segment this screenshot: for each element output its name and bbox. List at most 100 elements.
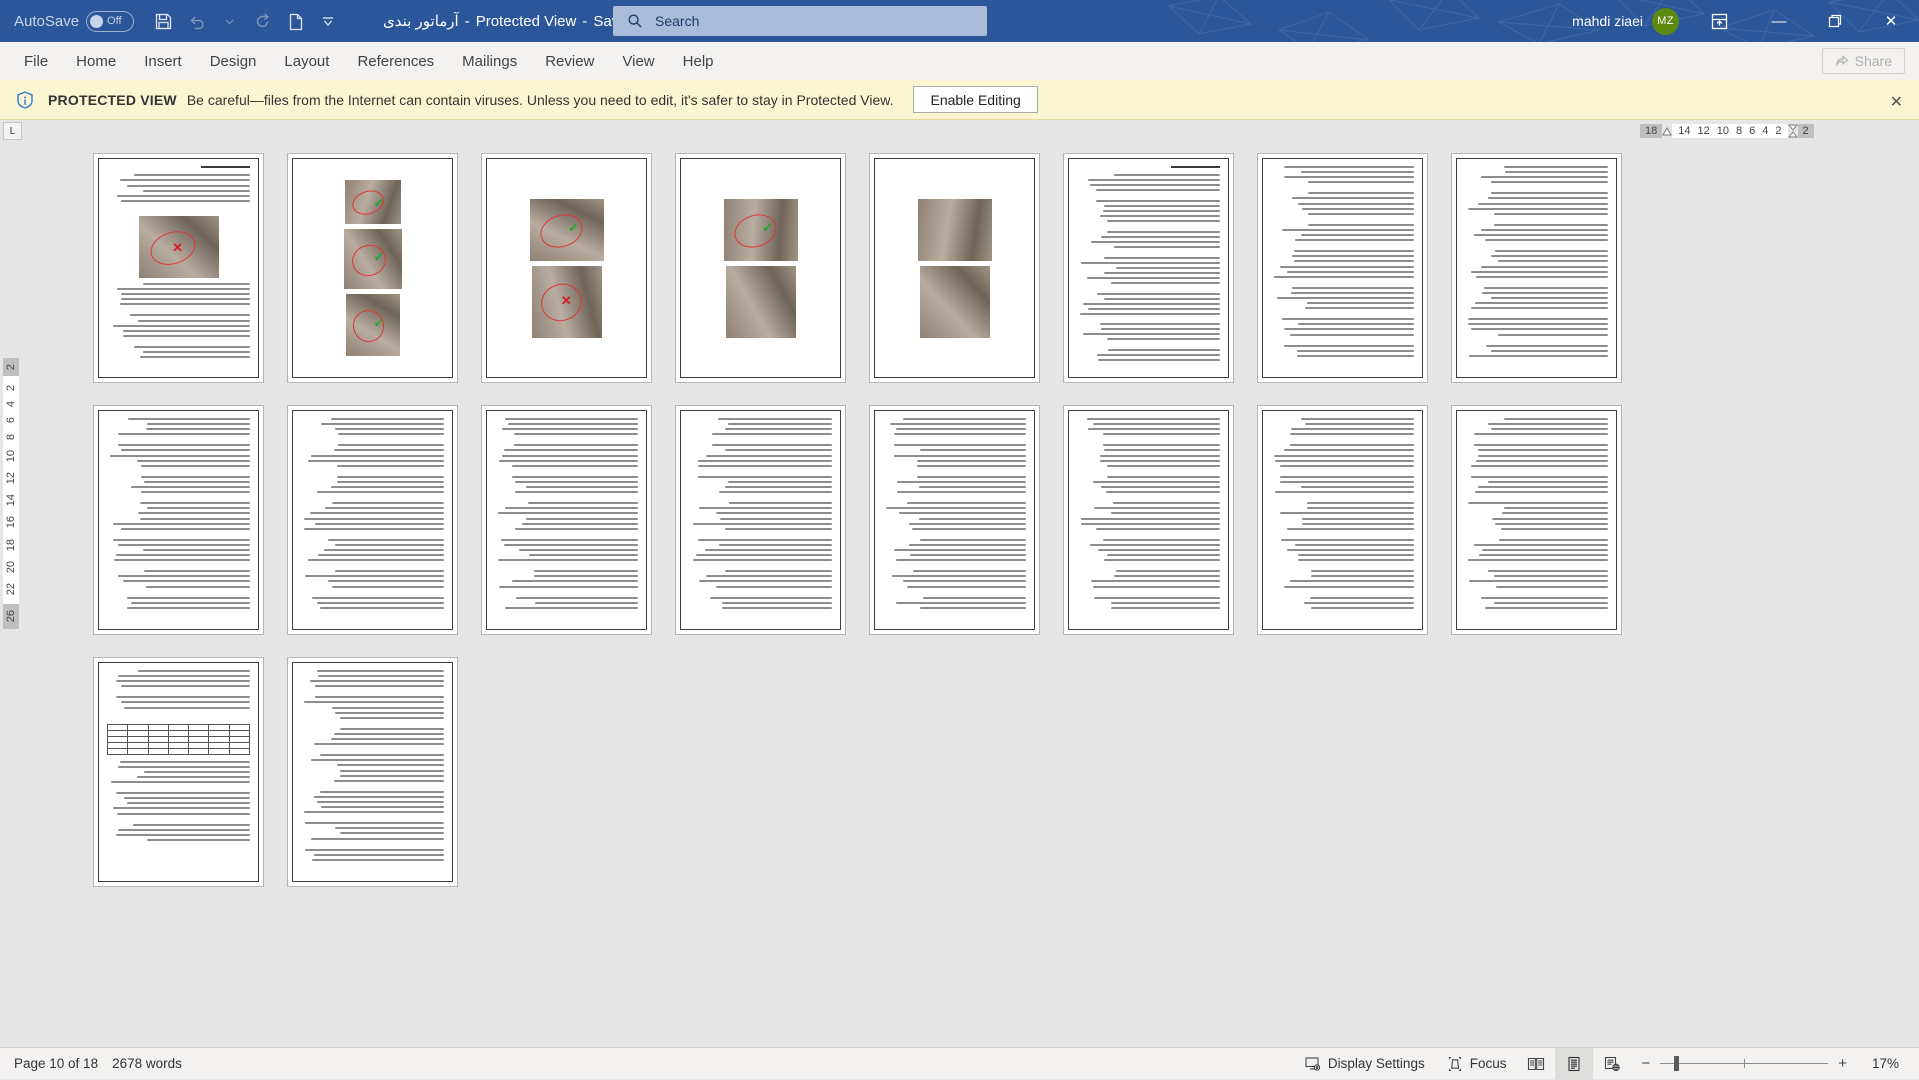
- tab-home[interactable]: Home: [62, 42, 130, 80]
- text-line: [1494, 213, 1608, 215]
- page-thumbnail[interactable]: [287, 405, 458, 635]
- page-thumbnail[interactable]: ✓✕: [481, 153, 652, 383]
- text-line: [144, 481, 250, 483]
- text-line: [1501, 528, 1608, 530]
- right-indent-marker-icon[interactable]: [1788, 124, 1798, 138]
- page-surface[interactable]: [675, 405, 846, 635]
- tab-selector-button[interactable]: L: [3, 122, 22, 140]
- page-surface[interactable]: [1451, 153, 1622, 383]
- restore-button[interactable]: [1807, 0, 1863, 42]
- close-icon[interactable]: ✕: [1890, 92, 1903, 112]
- page-surface[interactable]: [869, 153, 1040, 383]
- close-button[interactable]: ✕: [1863, 0, 1919, 42]
- page-surface[interactable]: [1257, 153, 1428, 383]
- page-surface[interactable]: ✓: [675, 153, 846, 383]
- tab-mailings[interactable]: Mailings: [448, 42, 531, 80]
- page-thumbnail[interactable]: [93, 657, 264, 887]
- page-thumbnail[interactable]: [675, 405, 846, 635]
- page-surface[interactable]: ✓✕: [481, 153, 652, 383]
- page-thumbnail[interactable]: ✓: [675, 153, 846, 383]
- search-input[interactable]: Search: [613, 6, 987, 36]
- page-surface[interactable]: [287, 405, 458, 635]
- page-surface[interactable]: [1063, 405, 1234, 635]
- page-surface[interactable]: ✓✓✓: [287, 153, 458, 383]
- tab-file[interactable]: File: [10, 42, 62, 80]
- undo-icon[interactable]: [181, 6, 211, 36]
- zoom-in-button[interactable]: +: [1838, 1055, 1847, 1072]
- text-line: [1107, 465, 1220, 467]
- page-surface[interactable]: ✕: [93, 153, 264, 383]
- page-thumbnail[interactable]: [869, 405, 1040, 635]
- paragraph-gap: [301, 612, 444, 618]
- focus-button[interactable]: Focus: [1436, 1048, 1518, 1080]
- text-line: [719, 491, 832, 493]
- display-settings-button[interactable]: Display Settings: [1294, 1048, 1436, 1080]
- avatar[interactable]: MZ: [1652, 8, 1679, 35]
- print-layout-view-icon[interactable]: [1555, 1048, 1593, 1080]
- page-thumbnail[interactable]: [481, 405, 652, 635]
- document-photo: [920, 266, 990, 338]
- word-count[interactable]: 2678 words: [112, 1056, 182, 1071]
- text-line: [317, 491, 444, 493]
- save-icon[interactable]: [148, 6, 178, 36]
- page-thumbnail[interactable]: [1451, 153, 1622, 383]
- page-surface[interactable]: [1257, 405, 1428, 635]
- page-surface[interactable]: [287, 657, 458, 887]
- text-line: [1284, 176, 1414, 178]
- customize-quick-access-toolbar-icon[interactable]: [313, 6, 343, 36]
- zoom-slider-handle[interactable]: [1674, 1056, 1679, 1071]
- zoom-level-label[interactable]: 17%: [1857, 1056, 1899, 1071]
- minimize-button[interactable]: —: [1751, 0, 1807, 42]
- text-line: [147, 423, 250, 425]
- undo-dropdown-icon[interactable]: [214, 6, 244, 36]
- read-mode-view-icon[interactable]: [1517, 1048, 1555, 1080]
- tab-view[interactable]: View: [608, 42, 668, 80]
- autosave-control[interactable]: AutoSave Off: [14, 11, 134, 32]
- enable-editing-button[interactable]: Enable Editing: [913, 86, 1037, 113]
- page-thumbnail[interactable]: [93, 405, 264, 635]
- page-surface[interactable]: [93, 657, 264, 887]
- vertical-ruler[interactable]: 2 2 4 6 8 10 12 14 16 18 20 22 26: [0, 142, 22, 1047]
- page-thumbnail[interactable]: [1451, 405, 1622, 635]
- ribbon-display-options-icon[interactable]: [1705, 8, 1733, 34]
- account-area[interactable]: mahdi ziaei MZ: [1572, 0, 1679, 42]
- horizontal-ruler[interactable]: L 18 14 12 10 8 6 4 2 2: [0, 120, 1919, 142]
- tab-design[interactable]: Design: [196, 42, 271, 80]
- page-thumbnail[interactable]: [287, 657, 458, 887]
- tab-help[interactable]: Help: [669, 42, 728, 80]
- zoom-out-button[interactable]: −: [1641, 1055, 1650, 1072]
- page-thumbnail[interactable]: [1257, 153, 1428, 383]
- page-content: [292, 410, 453, 630]
- text-line: [332, 707, 444, 709]
- zoom-slider[interactable]: [1660, 1063, 1828, 1064]
- text-line: [505, 418, 638, 420]
- share-button[interactable]: Share: [1822, 48, 1905, 74]
- zoom-control[interactable]: − + 17%: [1631, 1055, 1909, 1072]
- page-thumbnail[interactable]: [1063, 405, 1234, 635]
- text-line: [1482, 549, 1608, 551]
- text-line: [1081, 523, 1220, 525]
- page-surface[interactable]: [1451, 405, 1622, 635]
- left-indent-marker-icon[interactable]: [1662, 124, 1672, 138]
- page-surface[interactable]: [869, 405, 1040, 635]
- web-layout-view-icon[interactable]: [1593, 1048, 1631, 1080]
- tab-review[interactable]: Review: [531, 42, 608, 80]
- page-surface[interactable]: [1063, 153, 1234, 383]
- vruler-tick-4: 4: [6, 401, 17, 407]
- page-thumbnail[interactable]: [1257, 405, 1428, 635]
- new-document-icon[interactable]: [280, 6, 310, 36]
- tab-layout[interactable]: Layout: [270, 42, 343, 80]
- redo-icon[interactable]: [247, 6, 277, 36]
- text-line: [1294, 260, 1414, 262]
- tab-insert[interactable]: Insert: [130, 42, 196, 80]
- tab-references[interactable]: References: [343, 42, 448, 80]
- page-thumbnail[interactable]: ✕: [93, 153, 264, 383]
- page-thumbnail[interactable]: [1063, 153, 1234, 383]
- text-line: [515, 481, 638, 483]
- page-surface[interactable]: [481, 405, 652, 635]
- page-indicator[interactable]: Page 10 of 18: [14, 1056, 98, 1071]
- autosave-toggle[interactable]: Off: [86, 11, 134, 32]
- page-thumbnail[interactable]: [869, 153, 1040, 383]
- page-surface[interactable]: [93, 405, 264, 635]
- page-thumbnail[interactable]: ✓✓✓: [287, 153, 458, 383]
